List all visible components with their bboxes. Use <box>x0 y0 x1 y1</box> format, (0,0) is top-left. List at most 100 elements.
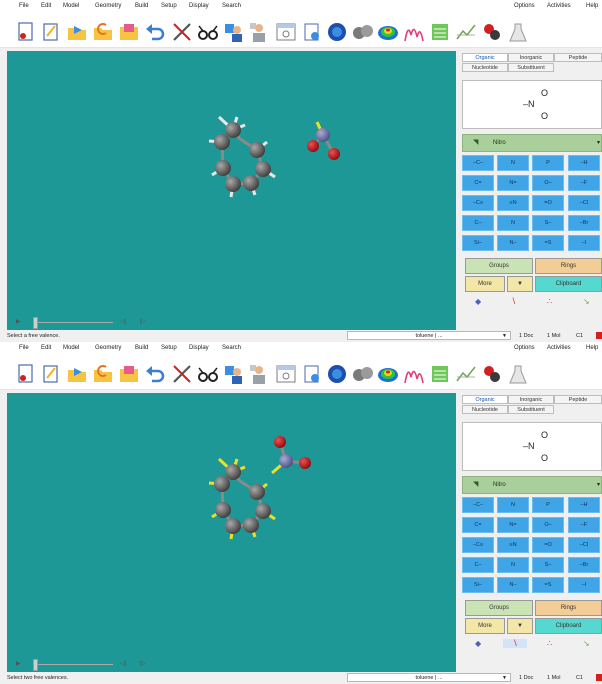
fragment-h[interactable]: –H <box>568 497 600 513</box>
lab-flask-icon[interactable] <box>507 21 529 43</box>
molecule-scene[interactable] <box>7 51 456 340</box>
groups-button[interactable]: Groups <box>465 258 533 274</box>
rotate-tool-icon[interactable]: ↘ <box>583 297 590 306</box>
fragment-br[interactable]: –Br <box>568 557 600 573</box>
open-alt-folder-icon[interactable] <box>92 21 114 43</box>
menu-build[interactable]: Build <box>135 3 148 9</box>
rings-button[interactable]: Rings <box>535 258 602 274</box>
fragment-n-double[interactable]: N= <box>497 517 529 533</box>
menu-display[interactable]: Display <box>189 345 209 351</box>
fragment-n-aromatic[interactable]: N <box>497 215 529 231</box>
tab-substituent[interactable]: Substituent <box>508 63 554 72</box>
step-forward-icon[interactable]: |▷ <box>140 660 146 667</box>
groups-button[interactable]: Groups <box>465 600 533 616</box>
clipboard-button[interactable]: Clipboard <box>535 276 602 292</box>
edit-notes-icon[interactable] <box>40 21 62 43</box>
fragment-s-double[interactable]: =S <box>532 235 564 251</box>
orbital-sphere-icon[interactable] <box>326 21 348 43</box>
assistant-person-2-icon[interactable] <box>248 363 270 385</box>
fragment-selector[interactable]: ◥ Nitro ▾ <box>462 476 602 494</box>
eraser-icon[interactable]: ◆ <box>475 639 481 648</box>
undo-icon[interactable] <box>144 363 166 385</box>
flask-settings-icon[interactable] <box>481 21 503 43</box>
save-folder-icon[interactable] <box>118 363 140 385</box>
flask-settings-icon[interactable] <box>481 363 503 385</box>
fragment-n-triple[interactable]: ≡N <box>497 537 529 553</box>
spectrum-curve-icon[interactable] <box>403 21 425 43</box>
fragment-c-double[interactable]: C= <box>462 175 494 191</box>
tab-inorganic[interactable]: Inorganic <box>508 395 554 404</box>
tools-scissors-icon[interactable] <box>171 21 193 43</box>
undo-icon[interactable] <box>144 21 166 43</box>
edit-notes-icon[interactable] <box>40 363 62 385</box>
tools-scissors-icon[interactable] <box>171 363 193 385</box>
menu-setup[interactable]: Setup <box>161 345 177 351</box>
surface-rainbow-icon[interactable] <box>377 21 399 43</box>
menu-activities[interactable]: Activities <box>547 345 571 351</box>
build-window-icon[interactable] <box>275 21 297 43</box>
tab-nucleotide[interactable]: Nucleotide <box>462 63 508 72</box>
view-glasses-icon[interactable] <box>197 363 219 385</box>
assistant-person-icon[interactable] <box>222 21 244 43</box>
molecules-gray-icon[interactable] <box>352 363 374 385</box>
atom-tool-icon[interactable]: ∴ <box>547 639 552 648</box>
fragment-h[interactable]: –H <box>568 155 600 171</box>
molecule-combo[interactable]: toluene | ... ▼ <box>347 673 511 682</box>
menu-options[interactable]: Options <box>514 3 535 9</box>
nitro-fragment[interactable] <box>307 121 340 160</box>
build-window-icon[interactable] <box>275 363 297 385</box>
more-button[interactable]: More <box>465 618 505 634</box>
open-alt-folder-icon[interactable] <box>92 363 114 385</box>
menu-options[interactable]: Options <box>514 345 535 351</box>
fragment-c-double[interactable]: C= <box>462 517 494 533</box>
menu-model[interactable]: Model <box>63 345 79 351</box>
tab-peptide[interactable]: Peptide <box>554 53 602 62</box>
green-chart-icon[interactable] <box>429 363 451 385</box>
stop-icon[interactable] <box>596 674 602 681</box>
play-icon[interactable]: ▶ <box>16 318 21 325</box>
menu-help[interactable]: Help <box>586 3 598 9</box>
tab-substituent[interactable]: Substituent <box>508 405 554 414</box>
fragment-o-single[interactable]: O– <box>532 517 564 533</box>
menu-file[interactable]: File <box>19 3 29 9</box>
fragment-s-single[interactable]: S– <box>532 557 564 573</box>
fragment-n-double[interactable]: N= <box>497 175 529 191</box>
molecules-gray-icon[interactable] <box>352 21 374 43</box>
menu-edit[interactable]: Edit <box>41 3 51 9</box>
menu-model[interactable]: Model <box>63 3 79 9</box>
fragment-n-aromatic[interactable]: N <box>497 557 529 573</box>
fragment-o-single[interactable]: O– <box>532 175 564 191</box>
menu-search[interactable]: Search <box>222 3 241 9</box>
stop-icon[interactable] <box>596 332 602 339</box>
tab-peptide[interactable]: Peptide <box>554 395 602 404</box>
document-view-icon[interactable] <box>301 21 323 43</box>
lab-flask-icon[interactable] <box>507 363 529 385</box>
fragment-c-triple[interactable]: –C≡ <box>462 537 494 553</box>
slider-handle[interactable] <box>33 659 38 671</box>
fragment-p[interactable]: P <box>532 497 564 513</box>
fragment-c-single[interactable]: –C– <box>462 497 494 513</box>
assistant-person-icon[interactable] <box>222 363 244 385</box>
tab-nucleotide[interactable]: Nucleotide <box>462 405 508 414</box>
more-dropdown-button[interactable]: ▼ <box>507 618 533 634</box>
surface-rainbow-icon[interactable] <box>377 363 399 385</box>
document-view-icon[interactable] <box>301 363 323 385</box>
molecule-scene[interactable] <box>7 393 456 682</box>
fragment-o-double[interactable]: =O <box>532 537 564 553</box>
fragment-c-single[interactable]: –C– <box>462 155 494 171</box>
spectrum-curve-icon[interactable] <box>403 363 425 385</box>
fragment-c-aromatic[interactable]: C– <box>462 557 494 573</box>
fragment-selector[interactable]: ◥ Nitro ▾ <box>462 134 602 152</box>
plot-lines-icon[interactable] <box>455 21 477 43</box>
assistant-person-2-icon[interactable] <box>248 21 270 43</box>
play-icon[interactable]: ▶ <box>16 660 21 667</box>
fragment-f[interactable]: –F <box>568 517 600 533</box>
view-glasses-icon[interactable] <box>197 21 219 43</box>
menu-build[interactable]: Build <box>135 345 148 351</box>
nitro-fragment[interactable] <box>271 436 311 475</box>
fragment-si[interactable]: Si– <box>462 577 494 593</box>
fragment-n-amine[interactable]: N– <box>497 577 529 593</box>
playback-slider[interactable] <box>33 322 113 323</box>
fragment-cl[interactable]: –Cl <box>568 537 600 553</box>
fragment-i[interactable]: –I <box>568 577 600 593</box>
